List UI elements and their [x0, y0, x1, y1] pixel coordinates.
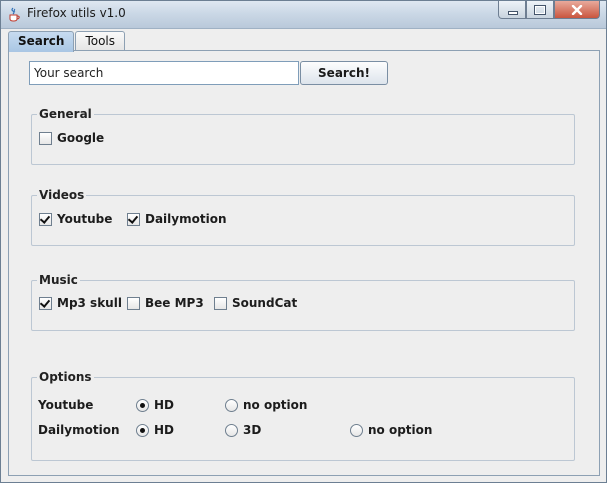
- option-row-label-youtube: Youtube: [38, 398, 94, 412]
- dailymotion-no-option-radio[interactable]: no option: [350, 422, 432, 438]
- youtube-no-option-radio[interactable]: no option: [225, 397, 307, 413]
- tab-search[interactable]: Search: [8, 31, 75, 52]
- mp3-skull-checkbox[interactable]: Mp3 skull: [39, 295, 122, 311]
- radio-label: 3D: [243, 423, 262, 437]
- tab-tools[interactable]: Tools: [75, 31, 126, 51]
- checkbox-box: [127, 296, 140, 310]
- checkbox-box: [214, 296, 227, 310]
- radio-dot: [350, 423, 363, 437]
- app-window: Firefox utils v1.0 Search Tools Search!: [0, 0, 607, 483]
- options-group-title: Options: [37, 370, 94, 384]
- youtube-checkbox[interactable]: Youtube: [39, 211, 112, 227]
- music-group-title: Music: [37, 273, 80, 287]
- close-button[interactable]: [554, 1, 600, 19]
- google-checkbox[interactable]: Google: [39, 130, 104, 146]
- checkbox-box: [39, 296, 52, 310]
- radio-label: no option: [368, 423, 433, 437]
- maximize-button[interactable]: [526, 1, 554, 19]
- radio-dot: [136, 398, 149, 412]
- options-group: Options Youtube HD no option Dailymotion…: [31, 370, 575, 461]
- search-input[interactable]: [29, 61, 299, 85]
- radio-label: no option: [243, 398, 308, 412]
- general-group: General Google: [31, 107, 575, 165]
- checkbox-label: Youtube: [57, 212, 113, 226]
- radio-dot: [225, 423, 238, 437]
- window-controls: [498, 1, 600, 19]
- search-tab-panel: Search! General Google Videos Youtube D: [8, 50, 600, 476]
- maximize-icon: [534, 4, 546, 15]
- checkbox-label: SoundCat: [232, 296, 298, 310]
- window-title: Firefox utils v1.0: [27, 6, 126, 20]
- radio-dot: [136, 423, 149, 437]
- radio-label: HD: [154, 423, 175, 437]
- checkbox-label: Bee MP3: [145, 296, 204, 310]
- checkbox-box: [39, 212, 52, 226]
- main-content: Search Tools Search! General Google Vide…: [1, 29, 606, 482]
- checkbox-label: Mp3 skull: [57, 296, 122, 310]
- youtube-hd-radio[interactable]: HD: [136, 397, 174, 413]
- tab-strip: Search Tools: [8, 31, 126, 52]
- minimize-icon: [507, 6, 518, 15]
- radio-label: HD: [154, 398, 175, 412]
- search-button[interactable]: Search!: [300, 61, 388, 85]
- java-cup-icon: [9, 7, 20, 22]
- videos-group-title: Videos: [37, 188, 87, 202]
- dailymotion-3d-radio[interactable]: 3D: [225, 422, 261, 438]
- dailymotion-checkbox[interactable]: Dailymotion: [127, 211, 227, 227]
- minimize-button[interactable]: [498, 1, 526, 19]
- bee-mp3-checkbox[interactable]: Bee MP3: [127, 295, 204, 311]
- general-group-title: General: [37, 107, 94, 121]
- title-bar[interactable]: Firefox utils v1.0: [1, 1, 606, 29]
- dailymotion-hd-radio[interactable]: HD: [136, 422, 174, 438]
- checkbox-box: [127, 212, 140, 226]
- close-icon: [571, 4, 583, 15]
- music-group: Music Mp3 skull Bee MP3 SoundCat: [31, 273, 575, 331]
- soundcat-checkbox[interactable]: SoundCat: [214, 295, 297, 311]
- checkbox-label: Google: [57, 131, 105, 145]
- checkbox-box: [39, 131, 52, 145]
- videos-group: Videos Youtube Dailymotion: [31, 188, 575, 246]
- option-row-label-dailymotion: Dailymotion: [38, 423, 120, 437]
- checkbox-label: Dailymotion: [145, 212, 227, 226]
- radio-dot: [225, 398, 238, 412]
